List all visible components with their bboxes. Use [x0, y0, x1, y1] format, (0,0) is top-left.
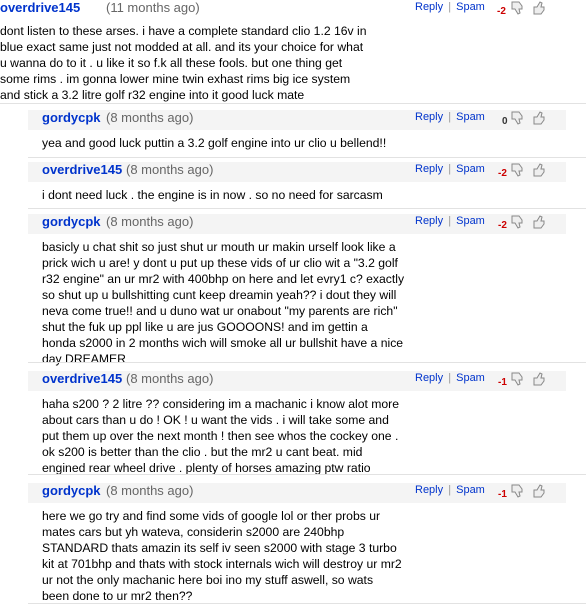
spam-link[interactable]: Spam [456, 372, 485, 384]
comment-body: haha s200 ? 2 litre ?? considering im a … [42, 396, 437, 476]
comment-line: r32 engine" an ur mr2 with 400bhp on her… [42, 272, 405, 286]
comment-line: so shut up u bullshitting cunt keep drea… [42, 288, 397, 302]
reply-link[interactable]: Reply [415, 215, 443, 227]
comment-line: STANDARD thats amazin its self iv seen s… [42, 541, 397, 555]
spam-link[interactable]: Spam [456, 484, 485, 496]
comment-line: neva come true!! and u duno wat ur onabo… [42, 304, 398, 318]
reply-link[interactable]: Reply [415, 1, 443, 13]
comment-reply: gordycpk (8 months ago) Reply | Spam 0 y… [28, 110, 566, 158]
comment-username[interactable]: overdrive145 [0, 0, 80, 15]
comment-divider [28, 208, 586, 209]
comment-body: yea and good luck puttin a 3.2 golf engi… [42, 135, 437, 151]
comment-line: i dont need luck . the engine is in now … [42, 188, 383, 202]
thumbs-down-icon[interactable] [510, 0, 526, 16]
comment-username[interactable]: gordycpk [42, 483, 101, 498]
comment-score: -2 [498, 168, 507, 179]
comment-line: u wanna do to it . u like it so f.k all … [0, 56, 343, 70]
comment-line: put them up over the next month ! then s… [42, 429, 399, 443]
thumbs-down-icon[interactable] [510, 214, 526, 230]
comment-username[interactable]: overdrive145 [42, 162, 122, 177]
reply-link[interactable]: Reply [415, 484, 443, 496]
comment-actions: Reply | Spam [415, 372, 485, 384]
thumbs-up-icon[interactable] [532, 162, 548, 178]
comment-line: some rims . im gonna lower mine twin exh… [0, 72, 351, 86]
comment-body: here we go try and find some vids of goo… [42, 508, 437, 604]
comment-line: kit at 701bhp and thats with stock inter… [42, 557, 402, 571]
thumbs-up-icon[interactable] [532, 214, 548, 230]
comment-username[interactable]: gordycpk [42, 110, 101, 125]
comment-divider [28, 474, 586, 475]
comment-line: ur not the only machanic here boi ino my… [42, 573, 374, 587]
comment-line: day DREAMER [42, 352, 126, 366]
comment-score: -1 [498, 377, 507, 388]
comment-score: -1 [498, 489, 507, 500]
comment-timestamp: (8 months ago) [106, 483, 194, 498]
comment-line: dont listen to these arses. i have a com… [0, 24, 367, 38]
comment-username[interactable]: overdrive145 [42, 371, 122, 386]
comment-score: 0 [502, 116, 508, 127]
comment: overdrive145 (11 months ago) Reply | Spa… [0, 0, 566, 102]
comment-reply: gordycpk (8 months ago) Reply | Spam -1 … [28, 483, 566, 604]
reply-link[interactable]: Reply [415, 163, 443, 175]
comment-actions: Reply | Spam [415, 111, 485, 123]
comment-line: about cars than u do ! OK ! u want the v… [42, 413, 389, 427]
comment-body: dont listen to these arses. i have a com… [0, 23, 430, 103]
comment-reply: gordycpk (8 months ago) Reply | Spam -2 … [28, 214, 566, 366]
reply-link[interactable]: Reply [415, 372, 443, 384]
action-separator: | [448, 1, 452, 13]
comment-timestamp: (8 months ago) [126, 162, 214, 177]
thumbs-down-icon[interactable] [510, 371, 526, 387]
comment-line: been done to ur mr2 then?? [42, 589, 193, 603]
thumbs-up-icon[interactable] [532, 110, 548, 126]
thumbs-up-icon[interactable] [532, 0, 548, 16]
comment-line: prick wich u are! y dont u put up these … [42, 256, 398, 270]
action-separator: | [448, 111, 452, 123]
action-separator: | [448, 215, 452, 227]
reply-link[interactable]: Reply [415, 111, 443, 123]
comment-timestamp: (8 months ago) [106, 214, 194, 229]
comment-username[interactable]: gordycpk [42, 214, 101, 229]
comment-score: -2 [498, 220, 507, 231]
comment-reply: overdrive145 (8 months ago) Reply | Spam… [28, 371, 566, 475]
action-separator: | [448, 163, 452, 175]
comment-line: and stick a 3.2 litre golf r32 engine in… [0, 88, 305, 102]
comment-line: here we go try and find some vids of goo… [42, 509, 381, 523]
comment-line: honda s2000 in 2 months wich will smoke … [42, 336, 404, 350]
action-separator: | [448, 372, 452, 384]
comment-body: basicly u chat shit so just shut ur mout… [42, 239, 437, 367]
comment-timestamp: (8 months ago) [126, 371, 214, 386]
comment-actions: Reply | Spam [415, 163, 485, 175]
spam-link[interactable]: Spam [456, 1, 485, 13]
action-separator: | [448, 484, 452, 496]
comment-line: mates cars but yh wateva, considerin s20… [42, 525, 345, 539]
comment-timestamp: (11 months ago) [106, 0, 200, 15]
comment-line: basicly u chat shit so just shut ur mout… [42, 240, 396, 254]
spam-link[interactable]: Spam [456, 111, 485, 123]
thumbs-up-icon[interactable] [532, 483, 548, 499]
comment-line: ok s200 is better than the clio . but th… [42, 445, 363, 459]
comment-line: yea and good luck puttin a 3.2 golf engi… [42, 136, 387, 150]
comment-actions: Reply | Spam [415, 484, 485, 496]
comment-divider [28, 362, 586, 363]
comment-timestamp: (8 months ago) [106, 110, 194, 125]
spam-link[interactable]: Spam [456, 163, 485, 175]
comment-divider [28, 603, 586, 604]
comment-reply: overdrive145 (8 months ago) Reply | Spam… [28, 162, 566, 210]
comment-score: -2 [497, 6, 506, 17]
comment-body: i dont need luck . the engine is in now … [42, 187, 437, 203]
thumbs-down-icon[interactable] [510, 162, 526, 178]
comment-actions: Reply | Spam [415, 1, 485, 13]
spam-link[interactable]: Spam [456, 215, 485, 227]
comment-line: haha s200 ? 2 litre ?? considering im a … [42, 397, 400, 411]
thumbs-down-icon[interactable] [510, 483, 526, 499]
comment-line: shut the fuk up ppl like u are jus GOOOO… [42, 320, 368, 334]
comment-divider [28, 157, 586, 158]
thumbs-up-icon[interactable] [532, 371, 548, 387]
comment-line: blue exact same just not modded at all. … [0, 40, 364, 54]
thumbs-down-icon[interactable] [510, 110, 526, 126]
comment-divider [0, 103, 586, 104]
comment-actions: Reply | Spam [415, 215, 485, 227]
